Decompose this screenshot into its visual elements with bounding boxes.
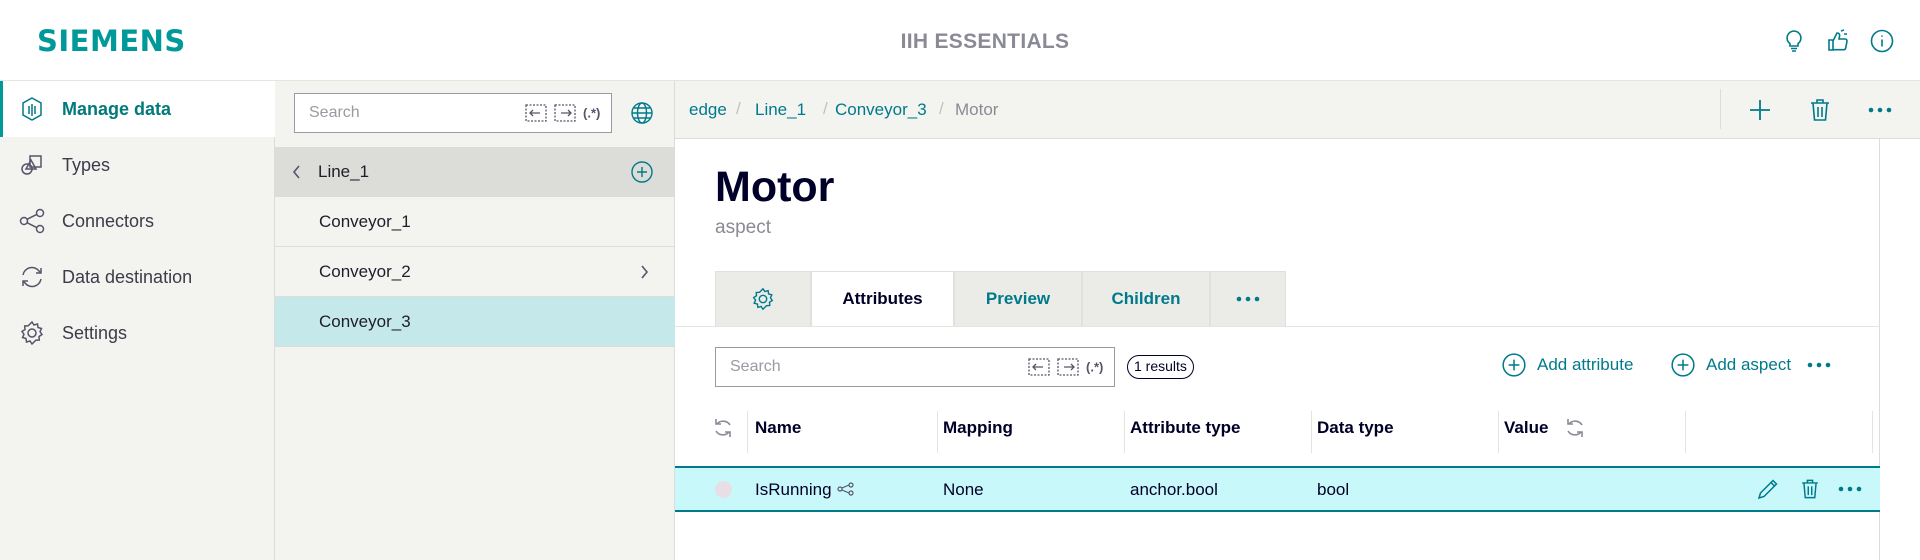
nav-item-manage-data[interactable]: Manage data — [0, 81, 275, 137]
results-count-badge: 1 results — [1127, 355, 1194, 379]
add-aspect-button[interactable]: Add aspect — [1670, 350, 1791, 380]
tree-item[interactable]: Conveyor_1 — [275, 197, 675, 247]
add-aspect-label: Add aspect — [1706, 355, 1792, 374]
breadcrumb-separator: / — [939, 99, 944, 118]
edit-icon[interactable] — [1755, 476, 1781, 502]
status-indicator — [715, 481, 732, 498]
match-end-icon[interactable] — [1057, 357, 1079, 377]
tree-search-placeholder: Search — [309, 104, 360, 121]
list-more-options-icon[interactable] — [1806, 350, 1842, 380]
add-child-icon[interactable] — [630, 160, 654, 184]
delete-icon[interactable] — [1805, 95, 1835, 125]
feedback-icon[interactable] — [1824, 27, 1852, 55]
attribute-search-input[interactable]: Search (.*) — [715, 347, 1115, 387]
chevron-right-icon[interactable] — [638, 264, 650, 280]
more-icon — [1236, 296, 1260, 302]
tree-item[interactable]: Conveyor_2 — [275, 247, 675, 297]
refresh-values-icon[interactable] — [1563, 403, 1587, 453]
breadcrumb-item[interactable]: Conveyor_3 — [835, 100, 927, 120]
add-circle-icon — [1502, 353, 1526, 377]
column-header-name[interactable]: Name — [755, 403, 801, 453]
tree-parent-label: Line_1 — [318, 161, 370, 181]
tab-bar: Attributes Preview Children — [715, 271, 1286, 326]
attribute-search-placeholder: Search — [730, 358, 781, 375]
mapping-link-icon — [837, 482, 855, 496]
types-icon — [21, 155, 42, 175]
data-destination-icon — [22, 266, 42, 288]
column-header-attribute-type[interactable]: Attribute type — [1130, 403, 1241, 453]
match-end-icon[interactable] — [554, 103, 576, 123]
match-start-icon[interactable] — [525, 103, 547, 123]
tab-attributes[interactable]: Attributes — [811, 271, 954, 326]
column-header-value[interactable]: Value — [1504, 403, 1548, 453]
tree-item-label: Conveyor_2 — [319, 261, 411, 281]
table-row[interactable]: IsRunning None anchor.bool bool — [675, 466, 1880, 512]
toolbar-divider — [1720, 89, 1721, 129]
cell-attribute-type: anchor.bool — [1130, 480, 1218, 499]
info-icon[interactable] — [1868, 27, 1896, 55]
column-header-mapping[interactable]: Mapping — [943, 403, 1013, 453]
nav-item-types[interactable]: Types — [0, 137, 275, 193]
match-start-icon[interactable] — [1028, 357, 1050, 377]
top-bar: SIEMENS IIH ESSENTIALS — [0, 0, 1920, 81]
tree-item-selected[interactable]: Conveyor_3 — [275, 297, 675, 347]
nav-item-data-destination[interactable]: Data destination — [0, 249, 275, 305]
add-attribute-label: Add attribute — [1537, 355, 1634, 374]
globe-icon[interactable] — [629, 100, 655, 126]
lightbulb-icon[interactable] — [1780, 27, 1808, 55]
breadcrumb-separator: / — [823, 99, 828, 118]
tab-more[interactable] — [1210, 271, 1286, 326]
nav-label-data-destination: Data destination — [62, 266, 193, 287]
nav-label-types: Types — [62, 154, 111, 175]
delete-row-icon[interactable] — [1797, 476, 1823, 502]
add-circle-icon — [1671, 353, 1695, 377]
regex-toggle[interactable]: (.*) — [583, 106, 600, 121]
breadcrumb-item[interactable]: Line_1 — [755, 100, 806, 120]
tab-settings[interactable] — [715, 271, 811, 326]
gear-icon — [752, 287, 774, 311]
app-title: IIH ESSENTIALS — [900, 30, 1070, 53]
table-header: Name Mapping Attribute type Data type Va… — [675, 403, 1880, 453]
more-options-icon[interactable] — [1865, 95, 1895, 125]
tabs-divider — [675, 326, 1880, 327]
nav-item-connectors[interactable]: Connectors — [0, 193, 275, 249]
nav-item-settings[interactable]: Settings — [0, 305, 275, 361]
add-icon[interactable] — [1745, 95, 1775, 125]
page-subtitle: aspect — [715, 217, 771, 238]
tab-children[interactable]: Children — [1082, 271, 1210, 326]
add-attribute-button[interactable]: Add attribute — [1501, 350, 1633, 380]
breadcrumb-bar: edge / Line_1 / Conveyor_3 / Motor — [675, 81, 1920, 139]
tree-item-label: Conveyor_3 — [319, 311, 411, 331]
breadcrumb-separator: / — [736, 99, 741, 118]
asset-tree-panel: Search (.*) Line_1 Conveyor_1 Conveyor_2… — [275, 81, 675, 560]
nav-label-settings: Settings — [62, 322, 128, 343]
connectors-icon — [19, 208, 45, 234]
tree-search-input[interactable]: Search (.*) — [294, 93, 612, 133]
cell-mapping: None — [943, 480, 984, 499]
row-more-options-icon[interactable] — [1837, 484, 1863, 494]
column-header-data-type[interactable]: Data type — [1317, 403, 1394, 453]
settings-icon — [20, 320, 44, 346]
main-nav: Manage data Types Connectors Data destin… — [0, 81, 275, 560]
cell-data-type: bool — [1317, 480, 1350, 499]
breadcrumb-item[interactable]: edge — [689, 100, 727, 120]
chevron-left-icon[interactable] — [291, 164, 303, 180]
regex-toggle[interactable]: (.*) — [1086, 360, 1103, 375]
cell-name: IsRunning — [755, 480, 832, 499]
page-title: Motor — [715, 163, 835, 211]
breadcrumb-current: Motor — [955, 100, 999, 119]
nav-label-manage-data: Manage data — [62, 98, 172, 119]
manage-data-icon — [22, 97, 42, 121]
detail-panel: Motor aspect Attributes Preview Children… — [675, 139, 1880, 560]
tab-preview[interactable]: Preview — [954, 271, 1082, 326]
sync-icon[interactable] — [711, 403, 735, 453]
nav-label-connectors: Connectors — [62, 210, 155, 231]
tree-item-label: Conveyor_1 — [319, 211, 411, 231]
tree-parent-row[interactable]: Line_1 — [275, 147, 675, 197]
